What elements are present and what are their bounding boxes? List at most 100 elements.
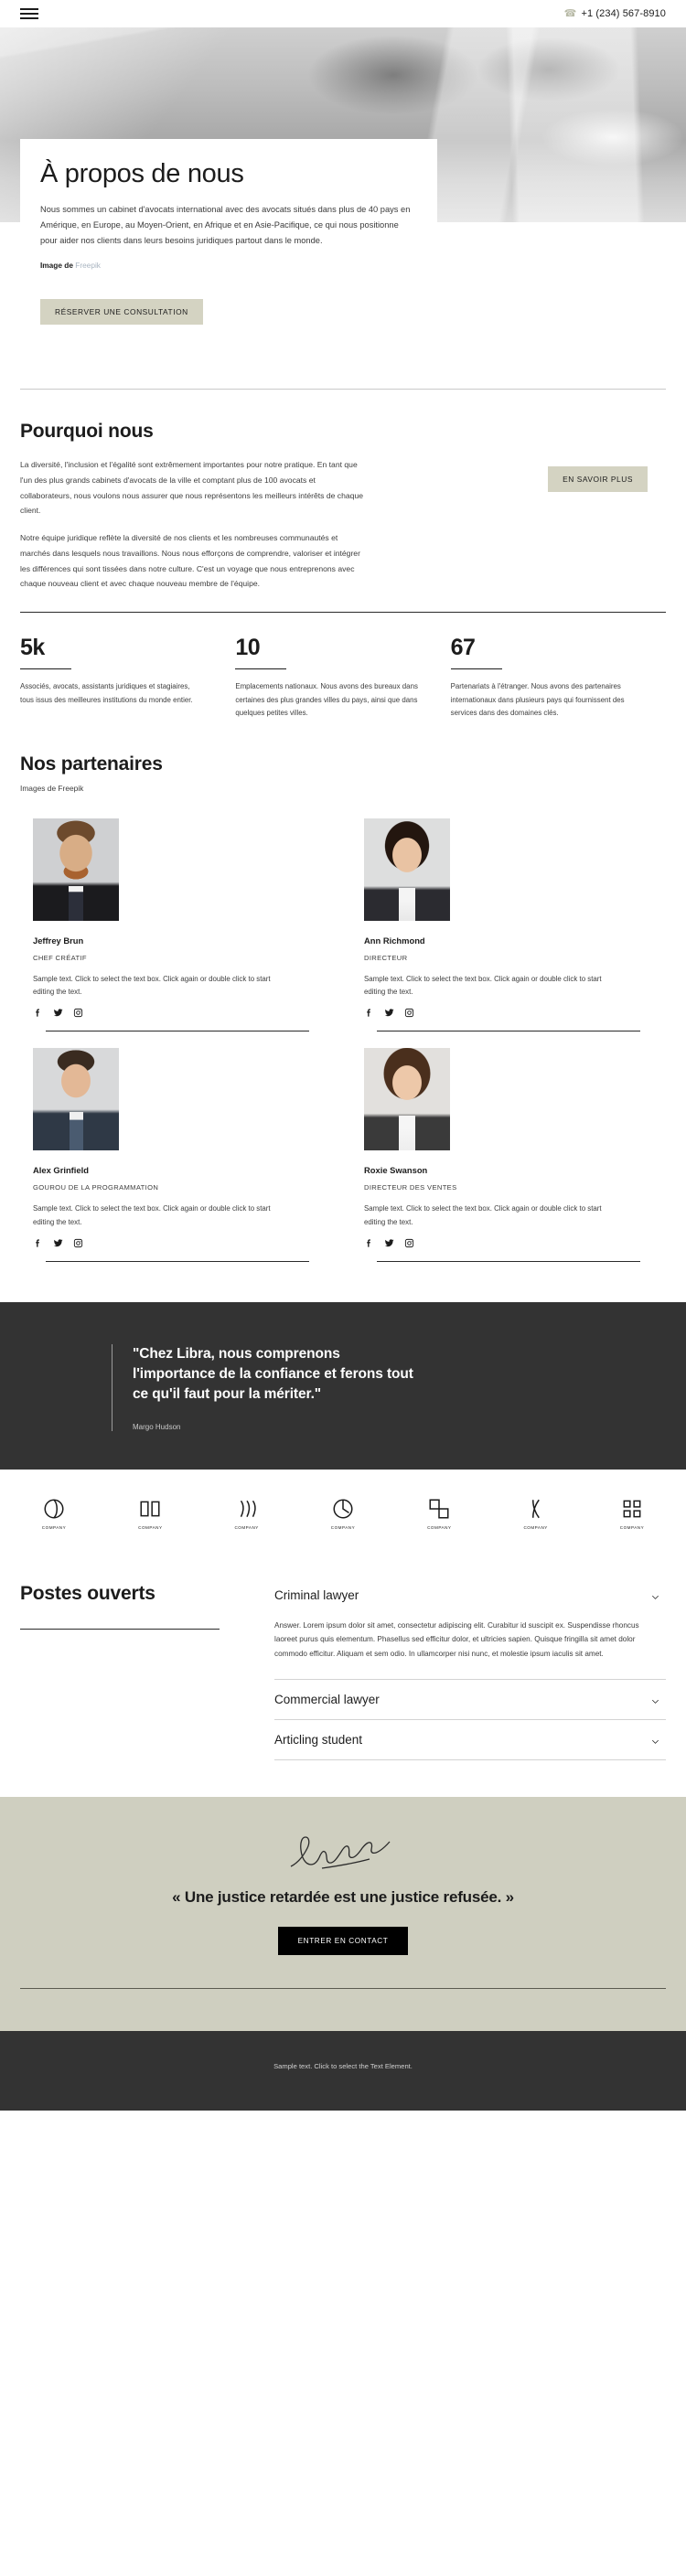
client-logo-caption: COMPANY (427, 1524, 452, 1530)
stat-number: 5k (20, 635, 45, 660)
member-divider (46, 1260, 309, 1262)
client-logo-caption: COMPANY (138, 1524, 163, 1530)
member-name: Roxie Swanson (364, 1165, 428, 1176)
accordion-title: Articling student (274, 1733, 363, 1748)
partners-subtitle: Images de Freepik (20, 783, 84, 793)
book-consultation-button[interactable]: RÉSERVER UNE CONSULTATION (40, 299, 203, 325)
facebook-icon[interactable] (33, 1008, 43, 1018)
open-positions-underline (20, 1628, 220, 1630)
chevron-down-icon[interactable] (650, 1590, 660, 1600)
contact-cta-section: « Une justice retardée est une justice r… (0, 1797, 686, 2032)
facebook-icon[interactable] (33, 1238, 43, 1248)
cta-quote-text: « Une justice retardée est une justice r… (172, 1888, 514, 1907)
accordion-header[interactable]: Criminal lawyer (274, 1576, 666, 1615)
accordion-title: Commercial lawyer (274, 1693, 380, 1707)
team-member-card: Jeffrey Brun CHEF CRÉATIF Sample text. C… (20, 818, 335, 1032)
instagram-icon[interactable] (404, 1238, 414, 1248)
site-header: ☎ +1 (234) 567-8910 (0, 0, 686, 27)
client-logo[interactable]: COMPANY (122, 1497, 178, 1530)
handwritten-signature-icon (20, 1830, 666, 1879)
client-logo-caption: COMPANY (234, 1524, 259, 1530)
facebook-icon[interactable] (364, 1008, 374, 1018)
member-name: Jeffrey Brun (33, 935, 84, 946)
hero-paragraph: Nous sommes un cabinet d'avocats interna… (40, 205, 411, 245)
member-socials (364, 1008, 653, 1018)
stat-description: Partenariats à l'étranger. Nous avons de… (450, 682, 625, 718)
stat-number: 10 (235, 635, 261, 660)
stat-description: Associés, avocats, assistants juridiques… (20, 682, 193, 704)
member-name: Ann Richmond (364, 935, 425, 946)
squares-logo-icon (429, 1499, 449, 1519)
phone-number-text: +1 (234) 567-8910 (581, 8, 666, 19)
twitter-icon[interactable] (53, 1008, 63, 1018)
testimonial-section: "Chez Libra, nous comprenons l'importanc… (0, 1301, 686, 1470)
client-logo[interactable]: COMPANY (26, 1497, 82, 1530)
stats-section: 5k Associés, avocats, assistants juridiq… (0, 613, 686, 748)
circle-leaf-logo-icon (333, 1499, 353, 1519)
twitter-icon[interactable] (384, 1238, 394, 1248)
partners-section: Nos partenaires Images de Freepik (0, 748, 686, 793)
member-role: DIRECTEUR (364, 953, 408, 962)
member-photo (33, 1048, 119, 1151)
accordion-body: Answer. Lorem ipsum dolor sit amet, cons… (274, 1620, 639, 1658)
member-name: Alex Grinfield (33, 1165, 89, 1176)
learn-more-button[interactable]: EN SAVOIR PLUS (548, 466, 648, 492)
open-positions-section: Postes ouverts Criminal lawyer Answer. L… (0, 1561, 686, 1798)
client-logo-caption: COMPANY (619, 1524, 645, 1530)
open-book-logo-icon (140, 1501, 160, 1517)
image-credit: Image de Freepik (40, 261, 413, 270)
phone-number-link[interactable]: ☎ +1 (234) 567-8910 (564, 8, 666, 19)
open-positions-heading-block: Postes ouverts (20, 1576, 256, 1761)
hamburger-menu-icon[interactable] (20, 5, 38, 22)
chevron-down-icon[interactable] (650, 1694, 660, 1705)
member-role: DIRECTEUR DES VENTES (364, 1183, 457, 1192)
client-logos-row: COMPANY COMPANY COMPANY COMPANY COMPANY … (0, 1470, 686, 1561)
stat-rule (20, 668, 71, 669)
member-divider (377, 1260, 640, 1262)
client-logo-caption: COMPANY (41, 1524, 67, 1530)
contact-button[interactable]: ENTRER EN CONTACT (277, 1927, 409, 1956)
client-logo[interactable]: COMPANY (315, 1497, 371, 1530)
accordion-list: Criminal lawyer Answer. Lorem ipsum dolo… (274, 1576, 666, 1761)
facebook-icon[interactable] (364, 1238, 374, 1248)
chevron-down-icon[interactable] (650, 1735, 660, 1745)
member-photo (364, 818, 450, 921)
member-bio: Sample text. Click to select the text bo… (33, 1204, 271, 1226)
client-logo[interactable]: COMPANY (219, 1497, 275, 1530)
flame-lines-logo-icon (240, 1500, 256, 1517)
member-bio: Sample text. Click to select the text bo… (364, 1204, 602, 1226)
circle-swirl-logo-icon (44, 1499, 64, 1519)
freepik-link[interactable]: Freepik (75, 261, 101, 270)
twitter-icon[interactable] (53, 1238, 63, 1248)
member-role: CHEF CRÉATIF (33, 953, 87, 962)
why-us-paragraph-2: Notre équipe juridique reflète la divers… (20, 533, 360, 589)
testimonial-block: "Chez Libra, nous comprenons l'importanc… (112, 1343, 413, 1431)
stat-rule (235, 668, 287, 669)
accordion-item-criminal-lawyer: Criminal lawyer Answer. Lorem ipsum dolo… (274, 1576, 666, 1681)
cta-divider (20, 1988, 666, 1990)
accordion-header[interactable]: Articling student (274, 1720, 666, 1759)
footer-text: Sample text. Click to select the Text El… (273, 2062, 413, 2071)
team-member-card: Roxie Swanson DIRECTEUR DES VENTES Sampl… (351, 1048, 666, 1262)
client-logo[interactable]: COMPANY (508, 1497, 564, 1530)
open-positions-title: Postes ouverts (20, 1582, 155, 1604)
twitter-icon[interactable] (384, 1008, 394, 1018)
client-logo[interactable]: COMPANY (604, 1497, 660, 1530)
client-logo[interactable]: COMPANY (411, 1497, 467, 1530)
stat-description: Emplacements nationaux. Nous avons des b… (235, 682, 418, 718)
instagram-icon[interactable] (404, 1008, 414, 1018)
accordion-header[interactable]: Commercial lawyer (274, 1680, 666, 1719)
testimonial-author: Margo Hudson (133, 1422, 181, 1431)
instagram-icon[interactable] (73, 1238, 83, 1248)
member-role: GOUROU DE LA PROGRAMMATION (33, 1183, 159, 1192)
member-socials (33, 1238, 322, 1248)
hero-content-card: À propos de nous Nous sommes un cabinet … (20, 139, 437, 286)
team-member-card: Alex Grinfield GOUROU DE LA PROGRAMMATIO… (20, 1048, 335, 1262)
accordion-item-articling-student: Articling student (274, 1720, 666, 1761)
site-footer: Sample text. Click to select the Text El… (0, 2031, 686, 2111)
accordion-item-commercial-lawyer: Commercial lawyer (274, 1680, 666, 1721)
stat-rule (450, 668, 502, 669)
instagram-icon[interactable] (73, 1008, 83, 1018)
image-credit-label: Image de (40, 260, 76, 270)
stat-number: 67 (450, 635, 476, 660)
